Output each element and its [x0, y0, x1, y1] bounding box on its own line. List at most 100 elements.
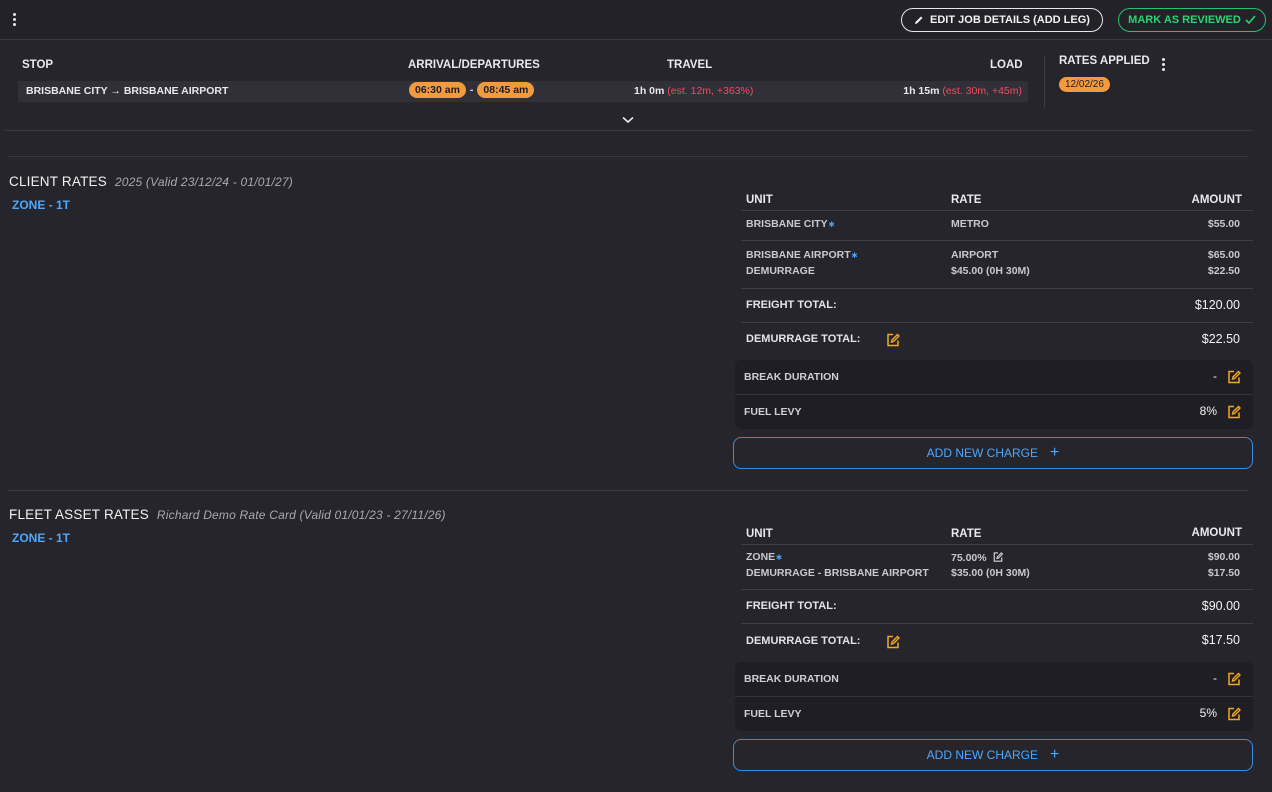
add-new-charge-label: ADD NEW CHARGE — [926, 446, 1038, 460]
stop-header: STOP — [22, 59, 54, 71]
asterisk-icon: ∗ — [775, 552, 783, 562]
unit-header: UNIT — [746, 194, 773, 206]
fuel-levy-label: FUEL LEVY — [744, 406, 802, 418]
load-header: LOAD — [990, 59, 1023, 71]
rate-cell: METRO — [951, 218, 989, 230]
edit-icon[interactable] — [1226, 404, 1242, 420]
asterisk-icon: ∗ — [850, 250, 859, 260]
freight-total-label: FREIGHT TOTAL: — [746, 600, 837, 612]
rates-applied-date: 12/02/26 — [1059, 77, 1110, 92]
client-rates-heading: CLIENT RATES — [9, 174, 107, 189]
fuel-levy-value: 8% — [1199, 404, 1217, 418]
travel-estimate: (est. 12m, +363%) — [667, 85, 754, 97]
break-duration-value: - — [1213, 369, 1217, 383]
break-duration-label: BREAK DURATION — [744, 371, 839, 383]
divider — [5, 130, 1253, 131]
amount-cell: $17.50 — [1207, 567, 1240, 579]
edit-job-details-label: EDIT JOB DETAILS (ADD LEG) — [930, 14, 1090, 26]
stop-route: BRISBANE CITY → BRISBANE AIRPORT — [26, 85, 229, 97]
edit-icon[interactable] — [1226, 369, 1242, 385]
demurrage-total-label: DEMURRAGE TOTAL: — [746, 333, 861, 345]
freight-total-value: $120.00 — [1194, 298, 1240, 312]
plus-icon: + — [1050, 444, 1060, 461]
rate-cell: $45.00 (0H 30M) — [951, 265, 1030, 277]
amount-cell: $65.00 — [1207, 249, 1240, 261]
fleet-rates-heading: FLEET ASSET RATES — [9, 507, 149, 522]
rate-header: RATE — [951, 194, 982, 206]
mark-as-reviewed-label: MARK AS REVIEWED — [1128, 14, 1241, 26]
client-rates-title: CLIENT RATES 2025 (Valid 23/12/24 - 01/0… — [9, 174, 293, 189]
travel-value: 1h 0m (est. 12m, +363%) — [634, 85, 753, 97]
edit-icon[interactable] — [885, 332, 901, 348]
fuel-levy-value: 5% — [1199, 706, 1217, 720]
load-value: 1h 15m (est. 30m, +45m) — [903, 85, 1022, 97]
chevron-down-icon[interactable] — [622, 115, 634, 127]
arrival-time-badge: 06:30 am — [409, 82, 466, 98]
divider — [741, 322, 1253, 323]
add-new-charge-button[interactable]: ADD NEW CHARGE + — [733, 437, 1253, 469]
unit-text: ZONE — [746, 551, 776, 563]
unit-text: BRISBANE AIRPORT — [746, 249, 851, 261]
edit-icon[interactable] — [1226, 706, 1242, 722]
client-rates-subtitle: 2025 (Valid 23/12/24 - 01/01/27) — [114, 175, 293, 189]
demurrage-total-value: $17.50 — [1201, 633, 1240, 647]
rate-cell: $35.00 (0H 30M) — [951, 567, 1030, 579]
pencil-icon — [915, 16, 923, 24]
amount-cell: $90.00 — [1207, 551, 1240, 563]
mark-as-reviewed-button[interactable]: MARK AS REVIEWED — [1118, 8, 1266, 32]
unit-header: UNIT — [746, 528, 773, 540]
add-new-charge-button[interactable]: ADD NEW CHARGE + — [733, 739, 1253, 771]
edit-icon[interactable] — [1226, 671, 1242, 687]
asterisk-icon: ∗ — [827, 219, 836, 229]
rate-header: RATE — [951, 528, 982, 540]
fuel-levy-label: FUEL LEVY — [744, 708, 802, 720]
divider — [741, 288, 1253, 289]
check-icon — [1245, 15, 1256, 25]
fleet-rates-subtitle: Richard Demo Rate Card (Valid 01/01/23 -… — [156, 508, 446, 522]
rate-cell: AIRPORT — [951, 249, 999, 261]
plus-icon: + — [1050, 746, 1060, 763]
add-new-charge-label: ADD NEW CHARGE — [926, 748, 1038, 762]
demurrage-total-label: DEMURRAGE TOTAL: — [746, 635, 861, 647]
edit-icon[interactable] — [885, 634, 901, 650]
client-zone-label: ZONE - 1T — [12, 198, 71, 212]
amount-cell: $22.50 — [1207, 265, 1240, 277]
edit-icon[interactable] — [992, 551, 1004, 563]
unit-cell: BRISBANE AIRPORT∗ — [746, 249, 858, 261]
divider — [735, 696, 1253, 697]
unit-text: BRISBANE CITY — [746, 218, 828, 230]
fleet-extra-charges: BREAK DURATION - FUEL LEVY 5% — [735, 662, 1253, 731]
amount-cell: $55.00 — [1207, 218, 1240, 230]
demurrage-total-value: $22.50 — [1201, 332, 1240, 346]
fleet-rates-title: FLEET ASSET RATES Richard Demo Rate Card… — [9, 507, 446, 522]
rates-menu-icon[interactable] — [1162, 58, 1166, 71]
unit-cell: ZONE∗ — [746, 551, 783, 563]
edit-job-details-button[interactable]: EDIT JOB DETAILS (ADD LEG) — [901, 8, 1103, 32]
stop-row[interactable]: BRISBANE CITY → BRISBANE AIRPORT 06:30 a… — [18, 81, 1028, 102]
fleet-rates-table: UNIT RATE AMOUNT ZONE∗ 75.00% $90.00 DEM… — [733, 522, 1253, 782]
divider — [735, 394, 1253, 395]
travel-duration: 1h 0m — [634, 85, 665, 97]
unit-cell: DEMURRAGE — [746, 265, 815, 277]
rate-text: 75.00% — [951, 552, 987, 564]
unit-cell: BRISBANE CITY∗ — [746, 218, 835, 230]
divider — [741, 544, 1253, 545]
time-separator: - — [470, 85, 474, 96]
client-extra-charges: BREAK DURATION - FUEL LEVY 8% — [735, 360, 1253, 429]
more-menu-icon[interactable] — [13, 13, 17, 26]
travel-header: TRAVEL — [667, 59, 713, 71]
unit-cell: DEMURRAGE - BRISBANE AIRPORT — [746, 567, 929, 579]
departure-time-badge: 08:45 am — [477, 82, 535, 98]
break-duration-value: - — [1213, 671, 1217, 685]
divider — [741, 240, 1253, 241]
client-rates-table: UNIT RATE AMOUNT BRISBANE CITY∗ METRO $5… — [733, 188, 1253, 488]
divider — [1044, 56, 1045, 108]
divider — [741, 589, 1253, 590]
load-estimate: (est. 30m, +45m) — [942, 85, 1022, 97]
amount-header: AMOUNT — [1191, 527, 1242, 539]
top-bar: EDIT JOB DETAILS (ADD LEG) MARK AS REVIE… — [0, 0, 1272, 40]
load-duration: 1h 15m — [903, 85, 940, 97]
fleet-zone-label: ZONE - 1T — [12, 531, 71, 545]
amount-header: AMOUNT — [1191, 194, 1242, 206]
arrival-header: ARRIVAL/DEPARTURES — [408, 59, 540, 71]
